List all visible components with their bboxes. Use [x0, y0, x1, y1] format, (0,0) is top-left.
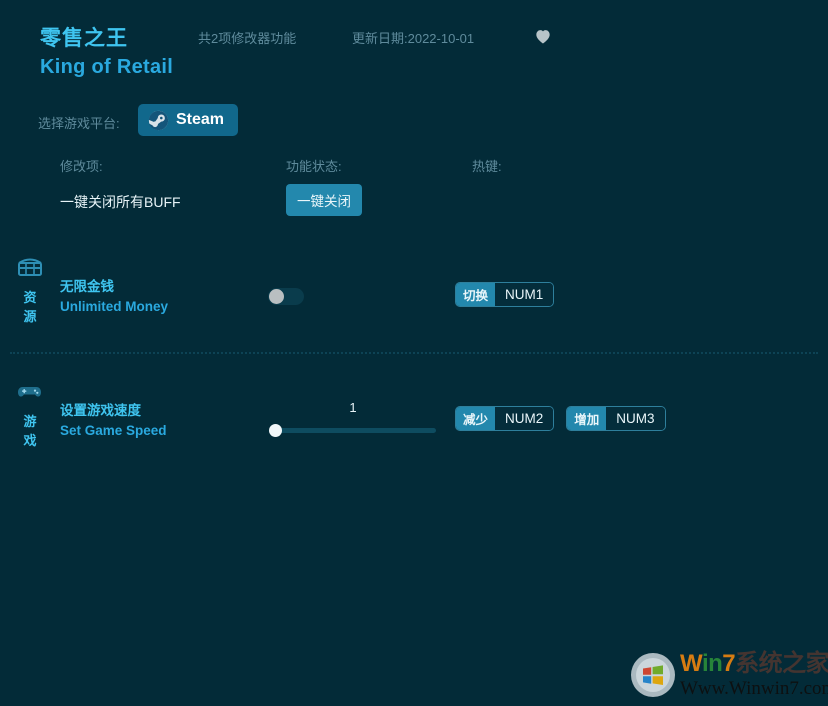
update-date-label: 更新日期:2022-10-01	[352, 31, 475, 46]
hotkey-key-label: NUM1	[495, 283, 554, 306]
cheat-row-unlimited-money: 资源 无限金钱 Unlimited Money 切换 NUM1	[0, 248, 828, 346]
cheat-row-set-game-speed: 游戏 设置游戏速度 Set Game Speed 1 减少 NUM2 增加 NU…	[0, 372, 828, 470]
feature-count-label: 共2项修改器功能	[198, 31, 297, 46]
column-header-cheat: 修改项:	[60, 159, 103, 174]
hotkey-toggle-num1[interactable]: 切换 NUM1	[455, 282, 555, 307]
column-header-hotkey: 热键:	[472, 159, 502, 174]
heart-icon[interactable]	[533, 26, 553, 46]
watermark-brand-in: in	[701, 650, 723, 677]
app-header: 零售之王 King of Retail 共2项修改器功能 更新日期:2022-1…	[0, 0, 828, 95]
category-game: 游戏	[10, 380, 50, 450]
cheat-name-cn: 无限金钱	[60, 279, 114, 294]
watermark-brand: Win7系统之家	[680, 650, 828, 678]
slider-knob[interactable]	[269, 424, 282, 437]
cheat-name-block: 设置游戏速度 Set Game Speed	[60, 402, 167, 440]
watermark-url: Www.Winwin7.com	[680, 678, 828, 699]
cheat-name-cn: 设置游戏速度	[60, 403, 141, 418]
site-watermark: Win7系统之家 Www.Winwin7.com	[630, 648, 828, 704]
disable-all-buffs-button[interactable]: 一键关闭	[286, 184, 362, 216]
hotkey-group: 减少 NUM2 增加 NUM3	[455, 406, 666, 431]
disable-all-buffs-row: 一键关闭所有BUFF 一键关闭	[0, 184, 828, 230]
watermark-brand-cn: 系统之家	[735, 650, 828, 677]
category-game-label: 游戏	[23, 414, 37, 448]
windows-logo-icon	[630, 652, 676, 698]
hotkey-action-label: 切换	[456, 283, 496, 306]
unlimited-money-toggle[interactable]	[268, 288, 304, 305]
platform-label: 选择游戏平台:	[38, 116, 120, 131]
hotkey-key-label: NUM2	[495, 407, 554, 430]
steam-icon	[148, 110, 169, 131]
category-resources: 资源	[10, 256, 50, 326]
game-speed-value: 1	[349, 400, 357, 415]
slider-track[interactable]	[270, 428, 436, 433]
hotkey-decrease-num2[interactable]: 减少 NUM2	[455, 406, 555, 431]
disable-all-buffs-label: 一键关闭所有BUFF	[60, 194, 181, 210]
hotkey-action-label: 增加	[567, 407, 607, 430]
treasure-chest-icon	[17, 256, 43, 280]
category-resources-label: 资源	[23, 290, 37, 324]
hotkey-group: 切换 NUM1	[455, 282, 555, 307]
gamepad-icon	[17, 380, 43, 404]
platform-steam-button[interactable]: Steam	[138, 104, 239, 136]
hotkey-key-label: NUM3	[606, 407, 665, 430]
cheat-name-block: 无限金钱 Unlimited Money	[60, 278, 168, 316]
platform-selector-row: 选择游戏平台: Steam	[0, 104, 828, 138]
hotkey-increase-num3[interactable]: 增加 NUM3	[566, 406, 666, 431]
hotkey-action-label: 减少	[456, 407, 496, 430]
cheat-name-en: Unlimited Money	[60, 299, 169, 314]
cheat-name-en: Set Game Speed	[60, 423, 167, 438]
page-title-en: King of Retail	[40, 56, 174, 78]
watermark-brand-7: 7	[722, 650, 736, 677]
page-title-cn: 零售之王	[40, 27, 128, 50]
row-divider	[10, 352, 818, 354]
toggle-knob	[269, 289, 284, 304]
platform-steam-label: Steam	[176, 111, 225, 128]
column-header-status: 功能状态:	[286, 159, 342, 174]
watermark-brand-w: W	[680, 650, 702, 677]
